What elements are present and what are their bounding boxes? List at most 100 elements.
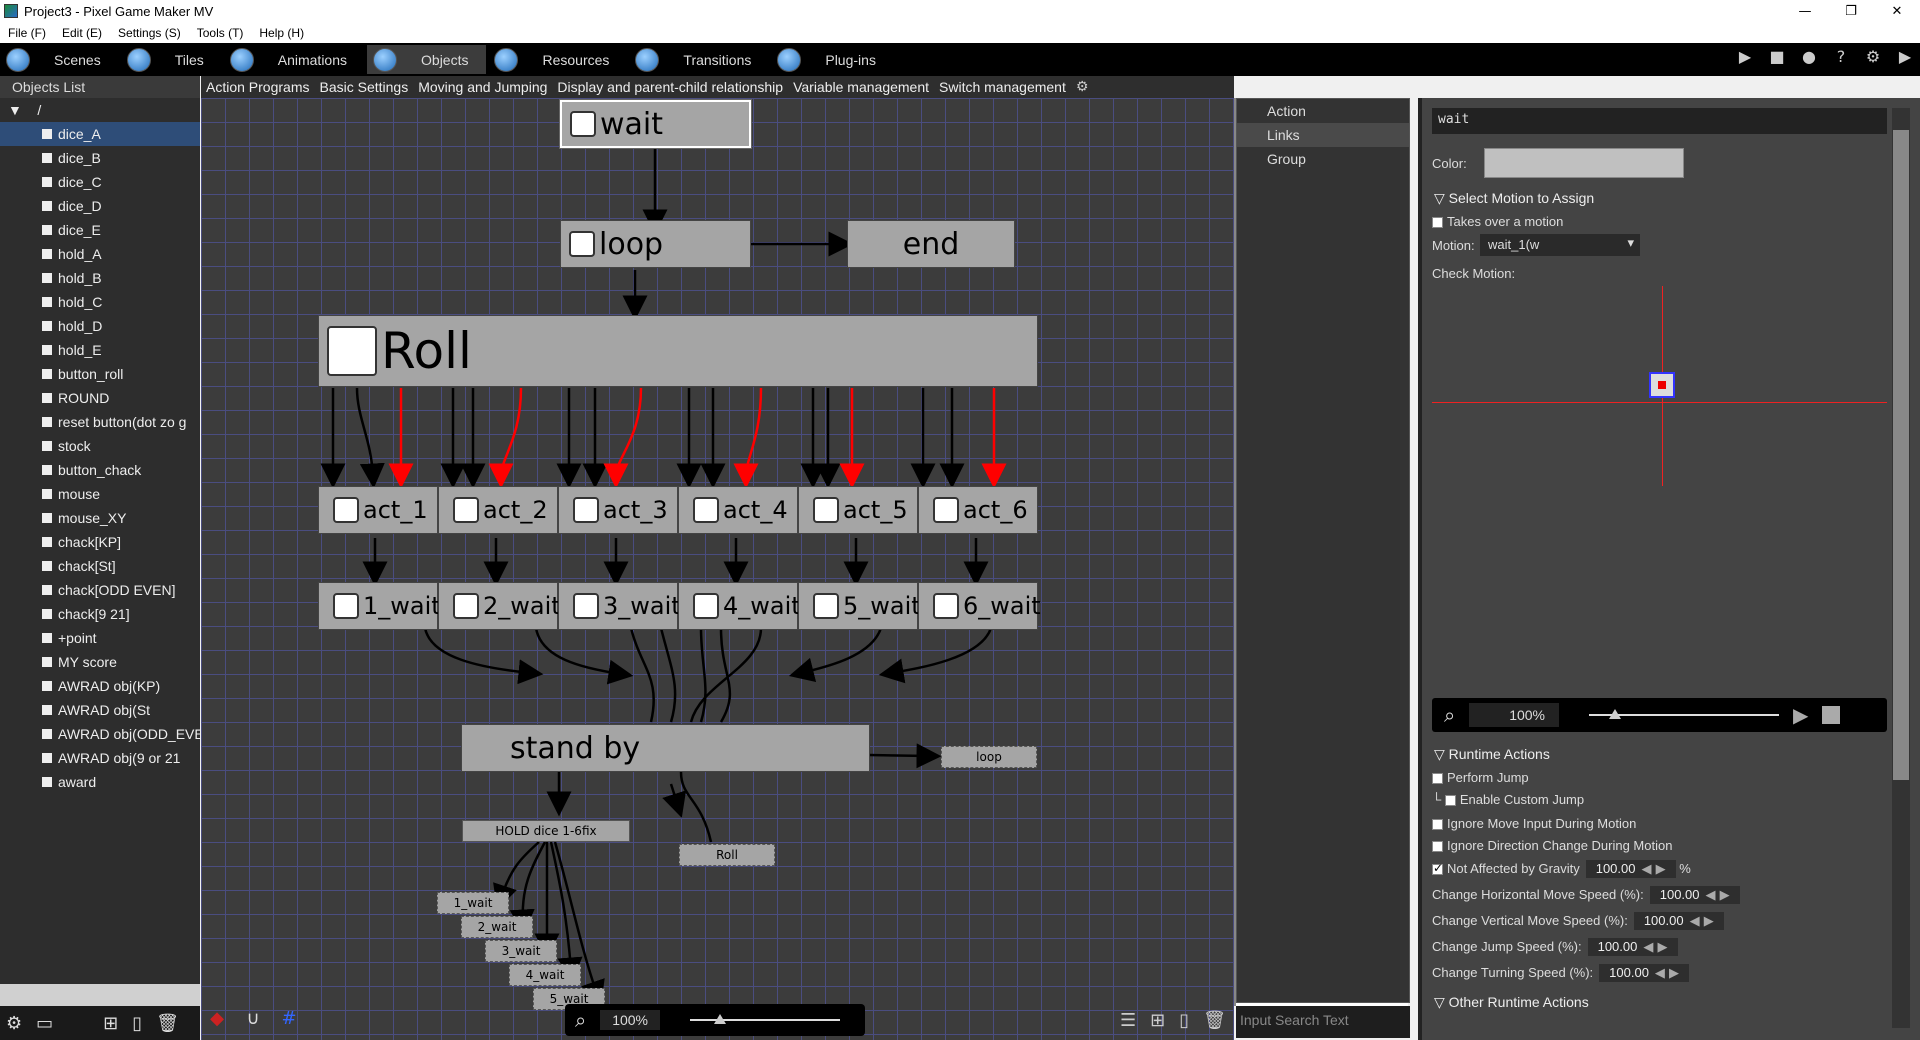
subtab-variable-management[interactable]: Variable management [788, 79, 934, 95]
canvas-zoom-slider[interactable] [690, 1014, 841, 1024]
takes-over-checkbox[interactable]: Takes over a motion [1432, 214, 1563, 229]
node-act[interactable]: act_4 [678, 486, 798, 534]
node-wait-n[interactable]: 3_wait [558, 582, 681, 630]
node-loop[interactable]: loop [560, 220, 751, 268]
ignore-direction-checkbox[interactable]: Ignore Direction Change During Motion [1432, 838, 1672, 853]
motion-select[interactable]: wait_1(w [1480, 234, 1640, 256]
node-wait[interactable]: wait [559, 99, 752, 149]
subtab-moving-jumping[interactable]: Moving and Jumping [413, 79, 552, 95]
preview-zoom-bar[interactable]: ⌕ 100% ▶ [1432, 698, 1887, 732]
tree-item[interactable]: AWRAD obj(9 or 21 [0, 746, 200, 770]
tab-scenes[interactable]: Scenes [0, 45, 119, 74]
add-object-icon[interactable]: ⊞ [103, 1013, 118, 1034]
tree-item[interactable]: hold_B [0, 266, 200, 290]
menu-tools[interactable]: Tools (T) [189, 26, 252, 40]
new-file-icon[interactable]: ▯ [132, 1013, 142, 1034]
node-roll[interactable]: Roll [318, 315, 1038, 387]
subtab-display-parent-child[interactable]: Display and parent-child relationship [552, 79, 788, 95]
vertical-scrollbar[interactable] [1892, 108, 1910, 1028]
h-speed-spinner[interactable]: 100.00 ◀ ▶ [1649, 886, 1740, 904]
tree-item[interactable]: +point [0, 626, 200, 650]
v-speed-spinner[interactable]: 100.00 ◀ ▶ [1633, 912, 1724, 930]
trash-icon[interactable]: 🗑 [1203, 1010, 1226, 1031]
tree-item[interactable]: ROUND [0, 386, 200, 410]
tree-root[interactable]: ▼ / [0, 98, 200, 122]
tree-item[interactable]: stock [0, 434, 200, 458]
subtab-action-programs[interactable]: Action Programs [201, 79, 314, 95]
settings-icon[interactable]: ⚙ [6, 1013, 22, 1034]
menu-settings[interactable]: Settings (S) [110, 26, 189, 40]
tree-item[interactable]: award [0, 770, 200, 794]
node-act[interactable]: act_6 [918, 486, 1038, 534]
tree-item[interactable]: hold_A [0, 242, 200, 266]
grid-icon[interactable]: # [277, 1008, 301, 1032]
ignore-move-checkbox[interactable]: Ignore Move Input During Motion [1432, 816, 1636, 831]
color-picker[interactable] [1484, 148, 1684, 178]
stop-icon[interactable] [1822, 706, 1841, 724]
action-name-input[interactable]: wait [1432, 108, 1887, 134]
trash-icon[interactable]: 🗑 [156, 1013, 179, 1034]
menu-file[interactable]: File (F) [0, 26, 54, 40]
node-wait-n[interactable]: 2_wait [438, 582, 561, 630]
bird-icon[interactable]: ◆ [205, 1008, 229, 1032]
node-wait-n[interactable]: 4_wait [678, 582, 801, 630]
jump-speed-spinner[interactable]: 100.00 ◀ ▶ [1587, 938, 1678, 956]
gear-icon[interactable]: ⚙ [1862, 47, 1884, 66]
horizontal-scrollbar[interactable] [0, 984, 200, 1006]
play-icon[interactable]: ▶ [1734, 47, 1756, 66]
help-icon[interactable]: ? [1830, 47, 1852, 66]
tab-plugins[interactable]: Plug-ins [771, 45, 894, 74]
canvas-zoom-control[interactable]: ⌕ 100% [565, 1004, 865, 1036]
tab-animations[interactable]: Animations [224, 45, 365, 74]
record-icon[interactable]: ● [1798, 47, 1820, 66]
list-icon[interactable]: ☰ [1120, 1010, 1136, 1031]
tree-item[interactable]: button_chack [0, 458, 200, 482]
tree-item[interactable]: reset button(dot zo g [0, 410, 200, 434]
tree-item[interactable]: mouse_XY [0, 506, 200, 530]
new-node-icon[interactable]: ▯ [1179, 1010, 1189, 1031]
tree-item[interactable]: dice_D [0, 194, 200, 218]
node-loop-ref[interactable]: loop [941, 746, 1037, 768]
action-program-canvas[interactable]: wait loop end Roll act_1 act_2 act_3 act_4 a… [201, 98, 1234, 1040]
node-act[interactable]: act_5 [798, 486, 918, 534]
tree-item[interactable]: hold_C [0, 290, 200, 314]
expand-icon[interactable]: ▶ [1894, 47, 1916, 66]
tree-item[interactable]: dice_A [0, 122, 200, 146]
tab-resources[interactable]: Resources [488, 45, 627, 74]
perform-jump-checkbox[interactable]: Perform Jump [1432, 770, 1529, 785]
list-item-links[interactable]: Links [1237, 123, 1409, 147]
turn-speed-spinner[interactable]: 100.00 ◀ ▶ [1599, 964, 1690, 982]
add-node-icon[interactable]: ⊞ [1150, 1010, 1165, 1031]
preview-zoom-slider[interactable] [1589, 709, 1780, 719]
tree-item[interactable]: dice_E [0, 218, 200, 242]
node-roll-ref[interactable]: Roll [679, 844, 775, 866]
tree-item[interactable]: chack[9 21] [0, 602, 200, 626]
other-runtime-section[interactable]: ▽ Other Runtime Actions [1434, 994, 1589, 1011]
menu-help[interactable]: Help (H) [251, 26, 312, 40]
node-stand-by[interactable]: stand by [461, 724, 870, 772]
preview-zoom-value[interactable]: 100% [1469, 703, 1560, 727]
collapse-icon[interactable]: ▼ [8, 102, 37, 118]
list-item-action[interactable]: Action [1237, 99, 1409, 123]
node-hold-child[interactable]: 1_wait [437, 892, 509, 914]
subtab-switch-management[interactable]: Switch management [934, 79, 1071, 95]
node-hold-dice[interactable]: HOLD dice 1-6fix [462, 820, 630, 842]
tree-item[interactable]: dice_C [0, 170, 200, 194]
tree-item[interactable]: mouse [0, 482, 200, 506]
tree-item[interactable]: AWRAD obj(St [0, 698, 200, 722]
close-button[interactable]: ✕ [1874, 0, 1920, 22]
gear-icon[interactable]: ⚙ [1071, 79, 1094, 95]
node-act[interactable]: act_1 [318, 486, 438, 534]
tab-tiles[interactable]: Tiles [121, 45, 222, 74]
node-end[interactable]: end [847, 220, 1015, 268]
runtime-actions-section[interactable]: ▽ Runtime Actions [1434, 746, 1550, 763]
tab-objects[interactable]: Objects [367, 45, 487, 74]
maximize-button[interactable]: ❐ [1828, 0, 1874, 22]
node-hold-child[interactable]: 3_wait [485, 940, 557, 962]
tab-transitions[interactable]: Transitions [629, 45, 769, 74]
tree-item[interactable]: chack[St] [0, 554, 200, 578]
node-hold-child[interactable]: 4_wait [509, 964, 581, 986]
tree-item[interactable]: hold_D [0, 314, 200, 338]
minimize-button[interactable]: — [1782, 0, 1828, 22]
search-input[interactable]: Input Search Text [1236, 1006, 1410, 1038]
